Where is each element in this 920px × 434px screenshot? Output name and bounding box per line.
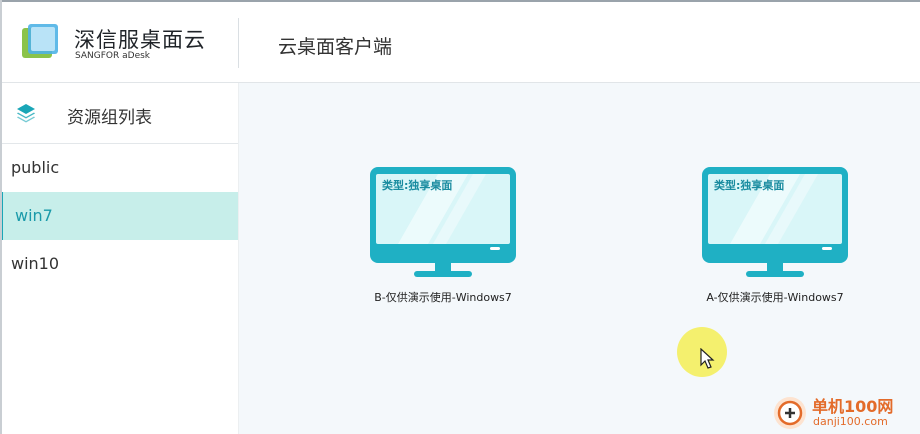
app-title: 云桌面客户端: [278, 36, 393, 58]
group-item-win7[interactable]: win7: [0, 192, 238, 240]
sidebar: 资源组列表 public win7 win10: [0, 83, 239, 434]
brand-name: 深信服桌面云: [74, 28, 206, 52]
app-header: 深信服桌面云 SANGFOR aDesk 云桌面客户端: [0, 2, 920, 83]
desktop-type-label: 类型:独享桌面: [382, 179, 453, 192]
watermark-logo-icon: [774, 397, 806, 429]
desktop-name: A-仅供演示使用-Windows7: [706, 291, 844, 304]
desktop-card-b[interactable]: 类型:独享桌面 B-仅供演示使用-Windows7: [368, 167, 558, 307]
watermark-title: 单机100网: [812, 397, 894, 416]
resource-group-heading: 资源组列表: [67, 108, 152, 128]
group-item-label: win7: [15, 206, 53, 225]
desktop-name: B-仅供演示使用-Windows7: [374, 291, 512, 304]
desktop-list-area: 类型:独享桌面 B-仅供演示使用-Windows7 类型:独享桌面 A-仅供演示…: [239, 83, 920, 434]
watermark: 单机100网 danji100.com: [772, 393, 917, 433]
desktop-type-label: 类型:独享桌面: [714, 179, 785, 192]
header-divider: [238, 18, 239, 68]
desktop-card-a[interactable]: 类型:独享桌面 A-仅供演示使用-Windows7: [700, 167, 890, 307]
group-item-public[interactable]: public: [0, 144, 238, 192]
layers-icon: [17, 104, 35, 123]
group-item-label: public: [11, 158, 60, 177]
group-item-win10[interactable]: win10: [0, 240, 238, 288]
mouse-cursor-icon: [700, 348, 715, 369]
window-left-border: [0, 0, 2, 434]
resource-group-header: 资源组列表: [0, 83, 238, 144]
sangfor-logo-icon: [22, 24, 58, 58]
brand-subtitle: SANGFOR aDesk: [75, 51, 151, 61]
group-item-label: win10: [11, 254, 60, 273]
watermark-url: danji100.com: [813, 415, 888, 428]
